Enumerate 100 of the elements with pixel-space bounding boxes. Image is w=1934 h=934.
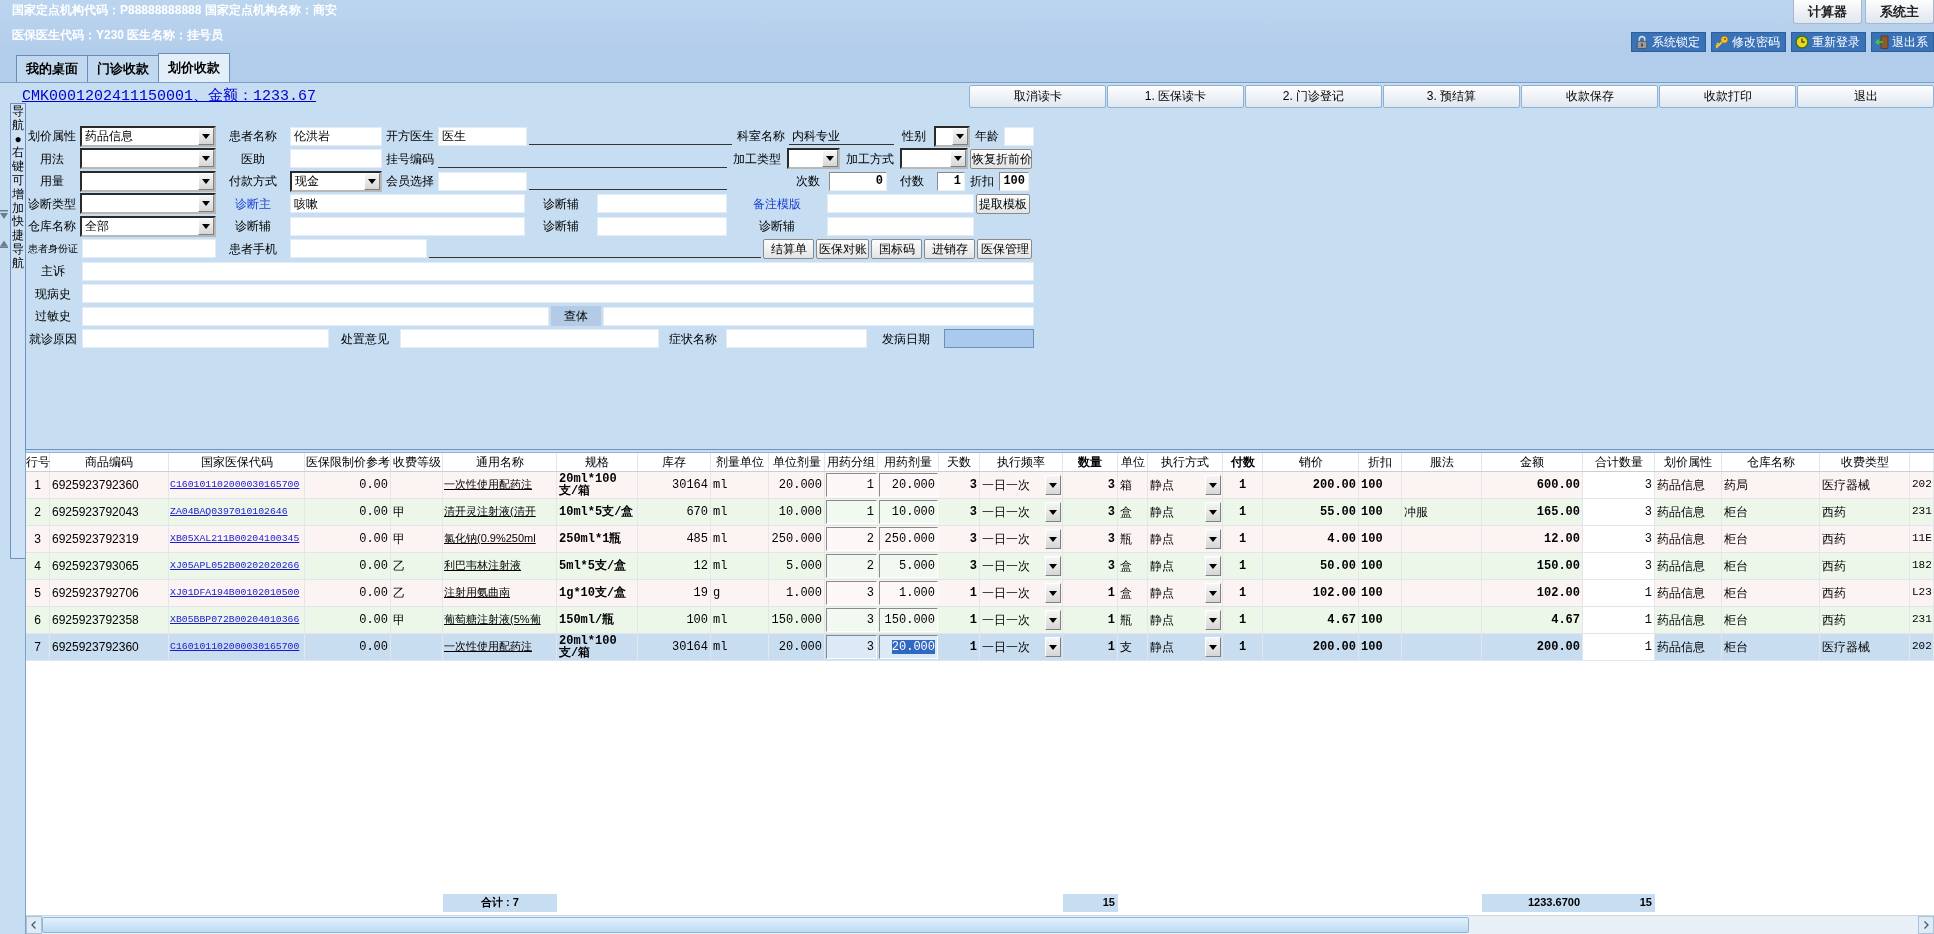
input-field[interactable] [597, 194, 727, 214]
cell-input[interactable]: 2 [826, 527, 877, 551]
table-row[interactable]: 1 6925923792360 C160101102000030165700 0.00 一次性使用配药注 20ml*100支/箱 30164 ml 20.000 1 20.000 3 一日一次 3 箱 静点 1 200.00 100 600.00 3 药品信息 药局 医疗器械 202 [26, 472, 1934, 499]
table-row[interactable]: 4 6925923793065 XJ05APL052B00202020266 0.00 乙 利巴韦林注射液 5ml*5支/盒 12 ml 5.000 2 5.000 3 一日一次 3 盒 静点 1 50.00 100 150.00 3 药品信息 柜台 西药 182 [26, 553, 1934, 580]
input-field[interactable] [82, 329, 329, 349]
tab[interactable]: 门诊收款 [87, 55, 159, 82]
cell-input[interactable]: 1.000 [879, 581, 938, 605]
cell-input[interactable]: 10.000 [879, 500, 938, 524]
form-button[interactable]: 医保管理 [977, 238, 1032, 259]
table-link[interactable]: ZA04BAQ0397010102646 [169, 499, 305, 525]
cell-dropdown[interactable]: 一日一次 [980, 580, 1063, 606]
input-field[interactable] [1004, 126, 1034, 146]
tab[interactable]: 我的桌面 [16, 55, 88, 82]
form-button[interactable]: 结算单 [763, 238, 814, 259]
cell-input[interactable]: 3 [826, 581, 877, 605]
cell-input[interactable]: 3 [826, 608, 877, 632]
table-link[interactable]: 一次性使用配药注 [443, 634, 557, 660]
number-field[interactable]: 0 [829, 171, 887, 191]
input-field[interactable] [290, 149, 382, 169]
up-triangle-icon[interactable] [0, 239, 8, 248]
field-link[interactable]: 诊断主 [235, 196, 271, 211]
cell-input[interactable]: 3 [826, 635, 877, 659]
tab[interactable]: 划价收款 [158, 53, 230, 82]
table-row[interactable]: 5 6925923792706 XJ01DFA194B00102010500 0.00 乙 注射用氨曲南 1g*10支/盒 19 g 1.000 3 1.000 1 一日一次 1 盒 静点 1 102.00 100 102.00 1 药品信息 柜台 西药 L23 [26, 580, 1934, 607]
cell-input[interactable]: 1 [826, 473, 877, 497]
action-button[interactable]: 收款打印 [1659, 85, 1796, 108]
cell-dropdown[interactable]: 静点 [1148, 526, 1223, 552]
table-row[interactable]: 3 6925923792319 XB05XAL211B00204100345 0.00 甲 氯化钠(0.9%250ml 250ml*1瓶 485 ml 250.000 2 250.000 3 一日一次 3 瓶 静点 1 4.00 100 12.00 3 药品信息 柜台 西药 11E [26, 526, 1934, 553]
cell-dropdown[interactable]: 静点 [1148, 553, 1223, 579]
input-field[interactable] [82, 306, 549, 326]
cell-input[interactable]: 150.000 [879, 608, 938, 632]
input-field[interactable] [827, 194, 974, 214]
input-field[interactable]: 医生 [438, 126, 527, 146]
table-link[interactable]: 一次性使用配药注 [443, 472, 557, 498]
system-button[interactable]: 修改密码 [1711, 32, 1786, 52]
table-link[interactable]: 葡萄糖注射液(5%葡 [443, 607, 557, 633]
table-row[interactable]: 2 6925923792043 ZA04BAQ0397010102646 0.00 甲 清开灵注射液(清开 10ml*5支/盒 670 ml 10.000 1 10.000 3 一日一次 3 盒 静点 1 55.00 100 冲服 165.00 3 药品信息 柜台 西药 231 [26, 499, 1934, 526]
top-button[interactable]: 系统主 [1865, 0, 1934, 24]
input-field[interactable]: 咳嗽 [290, 194, 525, 214]
dropdown-field[interactable] [900, 148, 968, 170]
action-button[interactable]: 1. 医保读卡 [1107, 85, 1244, 108]
cell-dropdown[interactable]: 一日一次 [980, 607, 1063, 633]
input-field[interactable] [82, 239, 216, 259]
order-link[interactable]: CMK0001202411150001、金额：1233.67 [22, 87, 317, 106]
dropdown-field[interactable] [80, 170, 216, 192]
form-button[interactable]: 提取模板 [976, 193, 1030, 214]
navigation-strip[interactable]: 导航●右键可增加快捷导航 [10, 103, 26, 559]
cell-dropdown[interactable]: 一日一次 [980, 634, 1063, 660]
action-button[interactable]: 退出 [1797, 85, 1934, 108]
cell-input[interactable]: 1 [826, 500, 877, 524]
table-link[interactable]: C160101102000030165700 [169, 472, 305, 498]
system-button[interactable]: 退出系 [1871, 32, 1934, 52]
line-field[interactable]: 内科专业 [789, 127, 894, 146]
table-link[interactable]: XJ05APL052B00202020266 [169, 553, 305, 579]
table-link[interactable]: XB05BBP072B00204010366 [169, 607, 305, 633]
input-field[interactable]: 伦洪岩 [290, 126, 382, 146]
cell-input[interactable]: 20.000 [879, 473, 938, 497]
input-field[interactable] [400, 329, 659, 349]
table-link[interactable]: 注射用氨曲南 [443, 580, 557, 606]
table-link[interactable]: 氯化钠(0.9%250ml [443, 526, 557, 552]
field-link[interactable]: 备注模版 [753, 196, 801, 211]
table-link[interactable]: 清开灵注射液(清开 [443, 499, 557, 525]
table-link[interactable]: XJ01DFA194B00102010500 [169, 580, 305, 606]
form-button[interactable]: 恢复折前价 [970, 148, 1032, 169]
input-field[interactable] [726, 329, 867, 349]
cell-dropdown[interactable]: 一日一次 [980, 472, 1063, 498]
down-triangle-icon[interactable] [0, 210, 8, 219]
table-link[interactable]: C160101102000030165700 [169, 634, 305, 660]
system-button[interactable]: 重新登录 [1791, 32, 1866, 52]
horizontal-scrollbar[interactable] [26, 915, 1934, 934]
scrollbar-thumb[interactable] [42, 917, 1469, 933]
dropdown-field[interactable] [80, 193, 216, 215]
table-link[interactable]: XB05XAL211B00204100345 [169, 526, 305, 552]
cell-input[interactable]: 20.000 [879, 635, 938, 659]
input-field[interactable] [603, 306, 1034, 326]
form-button[interactable]: 国标码 [871, 238, 922, 259]
number-field[interactable]: 1 [937, 171, 965, 191]
cell-dropdown[interactable]: 静点 [1148, 499, 1223, 525]
cell-dropdown[interactable]: 一日一次 [980, 499, 1063, 525]
form-button[interactable]: 进销存 [924, 238, 975, 259]
input-field[interactable] [290, 216, 525, 236]
table-row[interactable]: 6 6925923792358 XB05BBP072B00204010366 0.00 甲 葡萄糖注射液(5%葡 150ml/瓶 100 ml 150.000 3 150.000 1 一日一次 1 瓶 静点 1 4.67 100 4.67 1 药品信息 柜台 西药 231 [26, 607, 1934, 634]
cell-dropdown[interactable]: 一日一次 [980, 526, 1063, 552]
cell-dropdown[interactable]: 静点 [1148, 580, 1223, 606]
cell-input[interactable]: 250.000 [879, 527, 938, 551]
dropdown-field[interactable] [80, 148, 216, 170]
top-button[interactable]: 计算器 [1793, 0, 1862, 24]
cell-dropdown[interactable]: 静点 [1148, 634, 1223, 660]
table-row[interactable]: 7 6925923792360 C160101102000030165700 0.00 一次性使用配药注 20ml*100支/箱 30164 ml 20.000 3 20.000 1 一日一次 1 支 静点 1 200.00 100 200.00 1 药品信息 柜台 医疗器械 202 [26, 634, 1934, 661]
dropdown-field[interactable] [787, 148, 840, 170]
date-field[interactable] [944, 329, 1034, 349]
table-link[interactable]: 利巴韦林注射液 [443, 553, 557, 579]
cell-input[interactable]: 2 [826, 554, 877, 578]
input-field[interactable] [438, 171, 527, 191]
action-button[interactable]: 3. 预结算 [1383, 85, 1520, 108]
action-button[interactable]: 2. 门诊登记 [1245, 85, 1382, 108]
dropdown-field[interactable]: 药品信息 [80, 125, 216, 147]
chevron-right-icon[interactable] [1918, 916, 1934, 934]
dropdown-field[interactable] [934, 125, 970, 147]
action-button[interactable]: 取消读卡 [969, 85, 1106, 108]
